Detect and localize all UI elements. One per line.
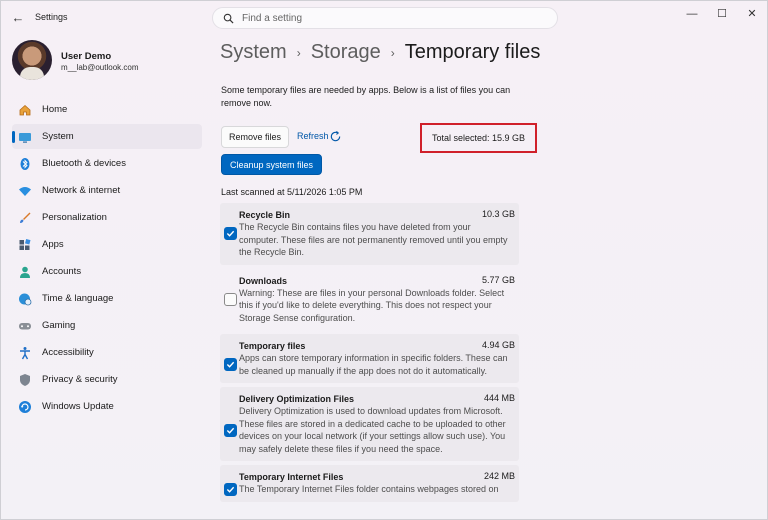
- maximize-button[interactable]: ☐: [707, 5, 737, 23]
- update-icon: [18, 400, 32, 414]
- checkmark-icon: [226, 361, 235, 368]
- bluetooth-icon: [18, 157, 32, 171]
- sidebar-item-windows-update[interactable]: Windows Update: [12, 394, 202, 419]
- file-description: Delivery Optimization is used to downloa…: [239, 406, 506, 454]
- file-name: Delivery Optimization Files: [239, 394, 355, 404]
- total-selected: Total selected: 15.9 GB: [420, 123, 537, 153]
- breadcrumb-system[interactable]: System: [220, 41, 287, 64]
- close-button[interactable]: ✕: [737, 5, 767, 23]
- sidebar-item-bluetooth[interactable]: Bluetooth & devices: [12, 151, 202, 176]
- file-description: The Temporary Internet Files folder cont…: [239, 484, 499, 494]
- page-title: Temporary files: [404, 41, 541, 63]
- temporary-internet-files-checkbox[interactable]: [224, 483, 237, 496]
- back-arrow-icon: ←: [11, 10, 25, 25]
- globe-clock-icon: [18, 292, 32, 306]
- last-scanned-text: Last scanned at 5/11/2026 1:05 PM: [221, 187, 363, 197]
- back-button[interactable]: ←: [9, 9, 27, 27]
- search-input[interactable]: [242, 12, 542, 24]
- file-size: 242 MB: [483, 471, 515, 481]
- sidebar-item-home[interactable]: Home: [12, 97, 202, 122]
- delivery-optimization-checkbox[interactable]: [224, 424, 237, 437]
- title-bar: ← Settings — ☐ ✕: [1, 1, 767, 35]
- sidebar-item-label: Privacy & security: [42, 374, 118, 385]
- remove-files-button[interactable]: Remove files: [221, 126, 289, 148]
- breadcrumb: System › Storage › Temporary files: [220, 41, 540, 64]
- file-description: The Recycle Bin contains files you have …: [239, 222, 508, 257]
- brush-icon: [18, 211, 32, 225]
- sidebar-item-personalization[interactable]: Personalization: [12, 205, 202, 230]
- temp-file-list: Recycle Bin 10.3 GB The Recycle Bin cont…: [220, 203, 519, 506]
- refresh-link[interactable]: Refresh: [297, 131, 329, 141]
- file-size: 10.3 GB: [481, 209, 515, 219]
- gamepad-icon: [18, 319, 32, 333]
- file-name: Recycle Bin: [239, 210, 291, 220]
- settings-window: ← Settings — ☐ ✕ User Demo m__lab@outloo…: [0, 0, 768, 520]
- sidebar-item-label: Gaming: [42, 320, 76, 331]
- apps-icon: [18, 238, 32, 252]
- person-icon: [18, 265, 32, 279]
- chevron-right-icon: ›: [296, 45, 301, 60]
- file-size: 444 MB: [483, 393, 515, 403]
- sidebar-item-accounts[interactable]: Accounts: [12, 259, 202, 284]
- monitor-icon: [18, 130, 32, 144]
- list-item: Delivery Optimization Files 444 MB Deliv…: [220, 387, 519, 461]
- breadcrumb-storage[interactable]: Storage: [311, 41, 381, 64]
- sidebar-item-label: Bluetooth & devices: [42, 158, 126, 169]
- sidebar-item-privacy[interactable]: Privacy & security: [12, 367, 202, 392]
- sidebar-item-label: Windows Update: [42, 401, 114, 412]
- file-name: Temporary Internet Files: [239, 472, 344, 482]
- file-description: Warning: These are files in your persona…: [239, 287, 505, 323]
- checkmark-icon: [226, 486, 235, 493]
- sidebar-item-label: Personalization: [42, 212, 107, 223]
- file-description: Apps can store temporary information in …: [239, 353, 508, 376]
- sidebar-item-label: Accessibility: [42, 347, 94, 358]
- sidebar-item-system[interactable]: System: [12, 124, 202, 149]
- list-item: Temporary Internet Files 242 MB The Temp…: [220, 465, 519, 502]
- home-icon: [18, 103, 32, 117]
- sidebar-item-network[interactable]: Network & internet: [12, 178, 202, 203]
- sidebar-item-label: Time & language: [42, 293, 114, 304]
- list-item: Temporary files 4.94 GB Apps can store t…: [220, 334, 519, 383]
- sidebar-item-gaming[interactable]: Gaming: [12, 313, 202, 338]
- file-name: Temporary files: [239, 341, 306, 351]
- user-email: m__lab@outlook.com: [61, 63, 139, 72]
- sidebar-item-accessibility[interactable]: Accessibility: [12, 340, 202, 365]
- intro-text: Some temporary files are needed by apps.…: [221, 85, 511, 108]
- app-title: Settings: [35, 12, 68, 22]
- sidebar-nav: Home System Bluetooth & devices Network …: [12, 97, 202, 421]
- search-icon: [223, 13, 234, 24]
- sidebar-item-time-language[interactable]: Time & language: [12, 286, 202, 311]
- avatar: [12, 40, 52, 80]
- checkmark-icon: [226, 230, 235, 237]
- file-size: 5.77 GB: [481, 274, 515, 285]
- cleanup-system-files-button[interactable]: Cleanup system files: [221, 154, 322, 175]
- recycle-bin-checkbox[interactable]: [224, 227, 237, 240]
- user-name: User Demo: [61, 51, 112, 62]
- total-selected-label: Total selected: 15.9 GB: [431, 133, 526, 143]
- sidebar-item-label: Accounts: [42, 266, 82, 277]
- checkmark-icon: [226, 427, 235, 434]
- file-name: Downloads: [239, 275, 288, 286]
- sidebar-item-label: System: [42, 131, 74, 142]
- sidebar-item-label: Apps: [42, 239, 64, 250]
- chevron-right-icon: ›: [390, 45, 395, 60]
- user-profile[interactable]: User Demo m__lab@outlook.com: [12, 40, 202, 82]
- list-item: Downloads 5.77 GB Warning: These are fil…: [220, 269, 519, 331]
- list-item: Recycle Bin 10.3 GB The Recycle Bin cont…: [220, 203, 519, 265]
- shield-icon: [18, 373, 32, 387]
- sidebar-item-apps[interactable]: Apps: [12, 232, 202, 257]
- sidebar-item-label: Home: [42, 104, 68, 115]
- accessibility-icon: [18, 346, 32, 360]
- sidebar-item-label: Network & internet: [42, 185, 121, 196]
- search-box[interactable]: [212, 7, 558, 29]
- minimize-button[interactable]: —: [677, 5, 707, 23]
- downloads-checkbox[interactable]: [224, 292, 237, 306]
- wifi-icon: [18, 184, 32, 198]
- temporary-files-checkbox[interactable]: [224, 358, 237, 371]
- refresh-icon[interactable]: [329, 130, 342, 143]
- file-size: 4.94 GB: [481, 340, 515, 350]
